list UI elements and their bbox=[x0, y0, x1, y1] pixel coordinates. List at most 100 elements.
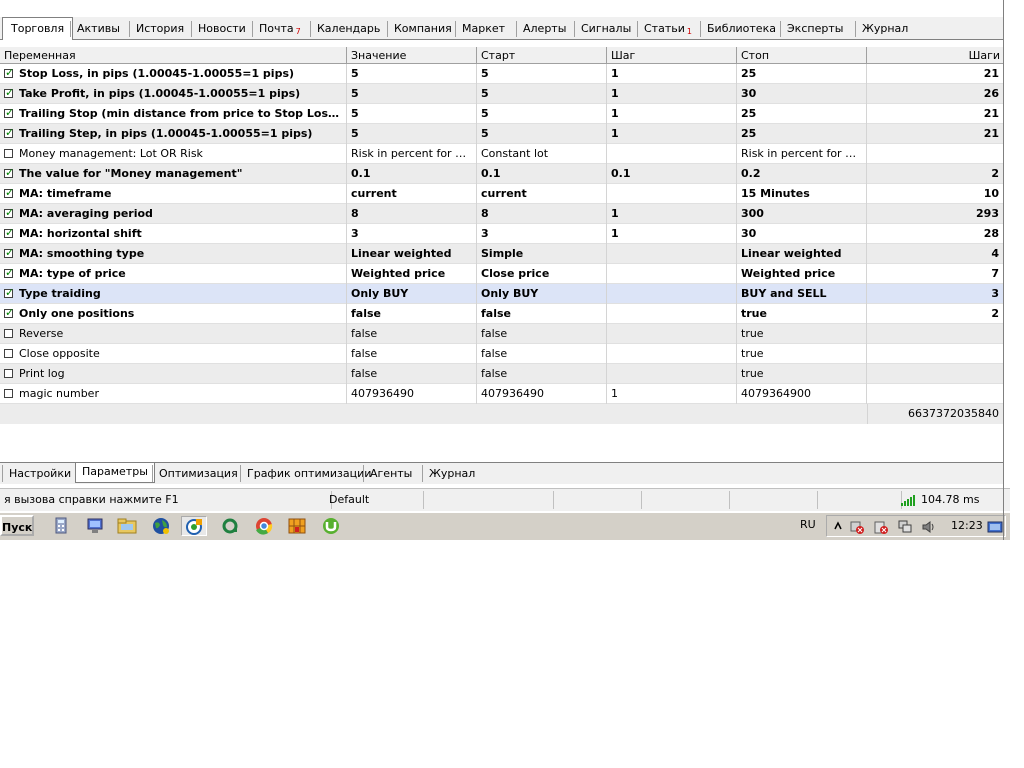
row-checkbox[interactable] bbox=[4, 226, 14, 239]
tab-2[interactable]: История bbox=[129, 21, 190, 37]
tab-8[interactable]: Алерты bbox=[516, 21, 572, 37]
tab-3[interactable]: Новости bbox=[191, 21, 252, 37]
status-connection[interactable]: 104.78 ms bbox=[897, 491, 1005, 509]
cell-steps[interactable]: 21 bbox=[867, 104, 1004, 124]
calculator-icon[interactable] bbox=[48, 516, 74, 536]
green-circle-icon[interactable] bbox=[217, 516, 243, 536]
cell-start[interactable]: 5 bbox=[477, 84, 607, 104]
row-checkbox[interactable] bbox=[4, 126, 14, 139]
row-checkbox[interactable] bbox=[4, 66, 14, 79]
show-desktop-icon[interactable] bbox=[987, 519, 1003, 538]
cell-step[interactable]: 1 bbox=[607, 104, 737, 124]
cell-value[interactable]: false bbox=[347, 304, 477, 324]
cell-stop[interactable]: BUY and SELL bbox=[737, 284, 867, 304]
cell-value[interactable]: 8 bbox=[347, 204, 477, 224]
cell-steps[interactable]: 10 bbox=[867, 184, 1004, 204]
cell-value[interactable]: 5 bbox=[347, 104, 477, 124]
cell-step[interactable] bbox=[607, 364, 737, 384]
folder-icon[interactable] bbox=[114, 516, 140, 536]
table-row[interactable]: Money management: Lot OR Risk Risk in per… bbox=[0, 144, 1004, 164]
cell-stop[interactable]: 300 bbox=[737, 204, 867, 224]
cell-stop[interactable]: Risk in percent for a deal bbox=[737, 144, 867, 164]
start-button[interactable]: Пуск bbox=[0, 515, 34, 536]
cell-value[interactable]: 5 bbox=[347, 84, 477, 104]
cell-start[interactable]: Constant lot bbox=[477, 144, 607, 164]
row-checkbox[interactable] bbox=[4, 349, 13, 358]
globe-icon[interactable] bbox=[148, 516, 174, 536]
chrome-icon[interactable] bbox=[251, 516, 277, 536]
cell-step[interactable] bbox=[607, 284, 737, 304]
cell-steps[interactable]: 3 bbox=[867, 284, 1004, 304]
cell-value[interactable]: 407936490 bbox=[347, 384, 477, 404]
cell-value[interactable]: Linear weighted bbox=[347, 244, 477, 264]
row-checkbox[interactable] bbox=[4, 286, 14, 299]
row-checkbox[interactable] bbox=[4, 106, 14, 119]
row-checkbox[interactable] bbox=[4, 369, 13, 378]
tab-6[interactable]: Компания bbox=[387, 21, 458, 37]
table-row[interactable]: MA: timeframe current current 15 Minutes 10 bbox=[0, 184, 1004, 204]
cell-start[interactable]: Only BUY bbox=[477, 284, 607, 304]
table-row[interactable]: Type traiding Only BUY Only BUY BUY and SEL… bbox=[0, 284, 1004, 304]
cell-start[interactable]: current bbox=[477, 184, 607, 204]
tab-11[interactable]: Библиотека bbox=[700, 21, 782, 37]
bottom-tab-4[interactable]: Агенты bbox=[363, 465, 418, 482]
tab-9[interactable]: Сигналы bbox=[574, 21, 637, 37]
cell-step[interactable]: 1 bbox=[607, 224, 737, 244]
table-row[interactable]: MA: smoothing type Linear weighted Simple L… bbox=[0, 244, 1004, 264]
cell-stop[interactable]: Linear weighted bbox=[737, 244, 867, 264]
tab-4[interactable]: Почта 7 bbox=[252, 21, 307, 37]
cell-stop[interactable]: 25 bbox=[737, 64, 867, 84]
cell-step[interactable]: 1 bbox=[607, 384, 737, 404]
table-row[interactable]: magic number 407936490 407936490 1 407936490… bbox=[0, 384, 1004, 404]
col-header-stop[interactable]: Стоп bbox=[737, 47, 867, 63]
network-error-icon[interactable] bbox=[849, 519, 865, 538]
cell-value[interactable]: false bbox=[347, 344, 477, 364]
cell-start[interactable]: false bbox=[477, 364, 607, 384]
cell-step[interactable]: 0.1 bbox=[607, 164, 737, 184]
cell-step[interactable]: 1 bbox=[607, 124, 737, 144]
cell-start[interactable]: 407936490 bbox=[477, 384, 607, 404]
cell-step[interactable]: 1 bbox=[607, 84, 737, 104]
cell-stop[interactable]: true bbox=[737, 304, 867, 324]
cell-start[interactable]: 5 bbox=[477, 104, 607, 124]
cell-start[interactable]: 5 bbox=[477, 64, 607, 84]
table-row[interactable]: Close opposite false false true bbox=[0, 344, 1004, 364]
cell-step[interactable] bbox=[607, 184, 737, 204]
cell-start[interactable]: Simple bbox=[477, 244, 607, 264]
cell-stop[interactable]: 0.2 bbox=[737, 164, 867, 184]
tab-1[interactable]: Активы bbox=[70, 21, 126, 37]
tab-0[interactable]: Торговля bbox=[2, 17, 74, 40]
cell-start[interactable]: 8 bbox=[477, 204, 607, 224]
cell-steps[interactable]: 21 bbox=[867, 124, 1004, 144]
tab-10[interactable]: Статьи 1 bbox=[637, 21, 698, 37]
row-checkbox[interactable] bbox=[4, 86, 14, 99]
cell-steps[interactable] bbox=[867, 344, 1004, 364]
table-row[interactable]: Print log false false true bbox=[0, 364, 1004, 384]
row-checkbox[interactable] bbox=[4, 329, 13, 338]
table-row[interactable]: MA: averaging period 8 8 1 300 293 bbox=[0, 204, 1004, 224]
col-header-steps[interactable]: Шаги bbox=[867, 47, 1004, 63]
cell-steps[interactable]: 21 bbox=[867, 64, 1004, 84]
tab-12[interactable]: Эксперты bbox=[780, 21, 849, 37]
row-checkbox[interactable] bbox=[4, 149, 13, 158]
cell-value[interactable]: false bbox=[347, 364, 477, 384]
cell-start[interactable]: 0.1 bbox=[477, 164, 607, 184]
cell-value[interactable]: false bbox=[347, 324, 477, 344]
row-checkbox[interactable] bbox=[4, 186, 14, 199]
cell-step[interactable] bbox=[607, 264, 737, 284]
table-row[interactable]: Reverse false false true bbox=[0, 324, 1004, 344]
cell-steps[interactable] bbox=[867, 324, 1004, 344]
table-row[interactable]: MA: horizontal shift 3 3 1 30 28 bbox=[0, 224, 1004, 244]
tray-arrow-icon[interactable] bbox=[833, 519, 843, 536]
cell-steps[interactable] bbox=[867, 384, 1004, 404]
cell-value[interactable]: current bbox=[347, 184, 477, 204]
tab-5[interactable]: Календарь bbox=[310, 21, 386, 37]
cell-value[interactable]: 0.1 bbox=[347, 164, 477, 184]
col-header-start[interactable]: Старт bbox=[477, 47, 607, 63]
cell-steps[interactable]: 26 bbox=[867, 84, 1004, 104]
cell-steps[interactable] bbox=[867, 144, 1004, 164]
cell-stop[interactable]: 30 bbox=[737, 84, 867, 104]
table-row[interactable]: MA: type of price Weighted price Close pri… bbox=[0, 264, 1004, 284]
cell-step[interactable]: 1 bbox=[607, 64, 737, 84]
cell-value[interactable]: Risk in percent for a deal bbox=[347, 144, 477, 164]
